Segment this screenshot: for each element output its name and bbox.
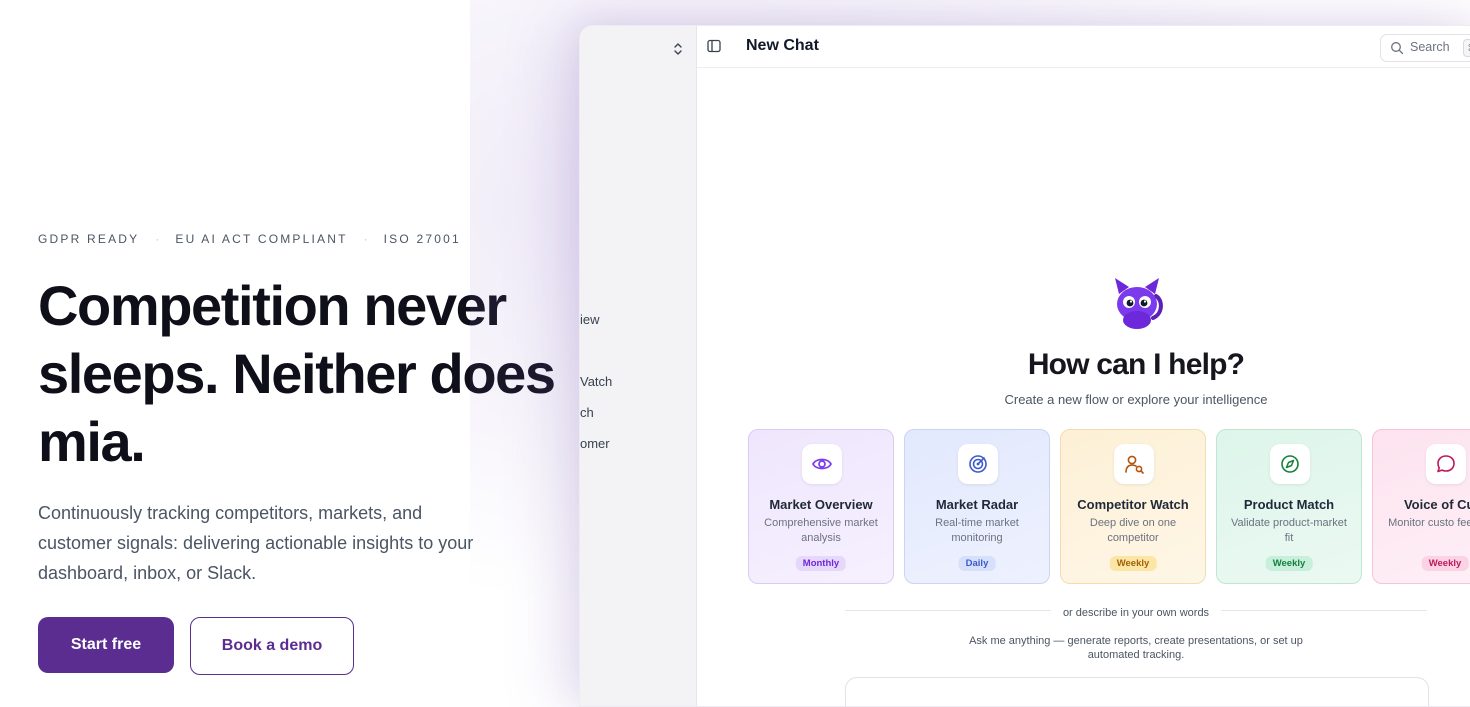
book-demo-button[interactable]: Book a demo <box>190 617 354 675</box>
mia-mascot-icon <box>1107 274 1167 330</box>
divider-label: or describe in your own words <box>697 603 1470 621</box>
frequency-badge: Weekly <box>1265 556 1313 571</box>
card-description: Comprehensive market analysis <box>764 517 878 544</box>
card-title: Voice of Cust <box>1403 497 1470 512</box>
card-market-overview[interactable]: Market Overview Comprehensive market ana… <box>748 429 894 584</box>
page-title: New Chat <box>746 37 819 54</box>
badge-gdpr: GDPR READY <box>38 232 140 246</box>
compass-icon <box>1270 444 1310 484</box>
topbar: New Chat Search ⌘ <box>697 26 1470 68</box>
badge-separator: · <box>155 232 160 246</box>
sidebar-item-product-match[interactable]: ch <box>580 405 594 420</box>
frequency-badge: Weekly <box>1109 556 1157 571</box>
chat-input[interactable] <box>845 677 1429 706</box>
card-title: Market Overview <box>769 497 873 512</box>
sidebar-item-competitor-watch[interactable]: Vatch <box>580 374 612 389</box>
card-description: Validate product-market fit <box>1231 517 1347 544</box>
search-shortcut-key: ⌘ <box>1463 39 1470 57</box>
search-input[interactable]: Search ⌘ <box>1380 34 1470 62</box>
chat-main: New Chat Search ⌘ <box>697 26 1470 706</box>
frequency-badge: Monthly <box>795 556 847 571</box>
radar-icon <box>958 444 998 484</box>
sidebar-item-market-overview[interactable]: iew <box>580 312 600 327</box>
frequency-badge: Weekly <box>1421 556 1469 571</box>
card-title: Product Match <box>1243 497 1335 512</box>
card-description: Deep dive on one competitor <box>1089 517 1177 544</box>
card-product-match[interactable]: Product Match Validate product-market fi… <box>1216 429 1362 584</box>
user-search-icon <box>1114 444 1154 484</box>
card-market-radar[interactable]: Market Radar Real-time market monitoring… <box>904 429 1050 584</box>
card-voice-of-customer[interactable]: Voice of Cust Monitor custo feedback Wee… <box>1372 429 1470 584</box>
badge-eu-ai-act: EU AI ACT COMPLIANT <box>175 232 348 246</box>
card-competitor-watch[interactable]: Competitor Watch Deep dive on one compet… <box>1060 429 1206 584</box>
eye-icon <box>802 444 842 484</box>
flow-cards: Market Overview Comprehensive market ana… <box>748 429 1470 584</box>
divider-text: or describe in your own words <box>1050 607 1222 619</box>
search-label: Search <box>1410 40 1450 54</box>
ask-hint: Ask me anything — generate reports, crea… <box>969 635 1303 661</box>
compliance-badges: GDPR READY · EU AI ACT COMPLIANT · ISO 2… <box>38 232 461 246</box>
badge-separator: · <box>363 232 368 246</box>
badge-iso: ISO 27001 <box>383 232 461 246</box>
sidebar-item-voice-of-customer[interactable]: omer <box>580 436 610 451</box>
empty-state-subtitle: Create a new flow or explore your intell… <box>1004 392 1268 407</box>
start-free-button[interactable]: Start free <box>38 617 174 673</box>
frequency-badge: Daily <box>958 556 996 571</box>
card-title: Competitor Watch <box>1077 497 1189 512</box>
chat-bubble-icon <box>1426 444 1466 484</box>
app-window-preview: iew Vatch ch omer New Chat Search ⌘ <box>579 25 1470 707</box>
hero-subcopy: Continuously tracking competitors, marke… <box>38 503 474 583</box>
workspace-switcher-icon[interactable] <box>673 42 683 59</box>
sidebar-toggle-icon[interactable] <box>707 39 721 53</box>
hero-headline: Competition never sleeps. Neither does m… <box>38 274 556 473</box>
hero-section: GDPR READY · EU AI ACT COMPLIANT · ISO 2… <box>38 0 578 687</box>
search-icon <box>1390 41 1404 55</box>
empty-state-title: How can I help? <box>1027 348 1245 381</box>
card-description: Monitor custo feedback <box>1388 517 1470 529</box>
cta-group: Start free Book a demo <box>38 617 354 675</box>
sidebar: iew Vatch ch omer <box>580 26 697 706</box>
card-title: Market Radar <box>935 497 1019 512</box>
card-description: Real-time market monitoring <box>935 517 1019 544</box>
